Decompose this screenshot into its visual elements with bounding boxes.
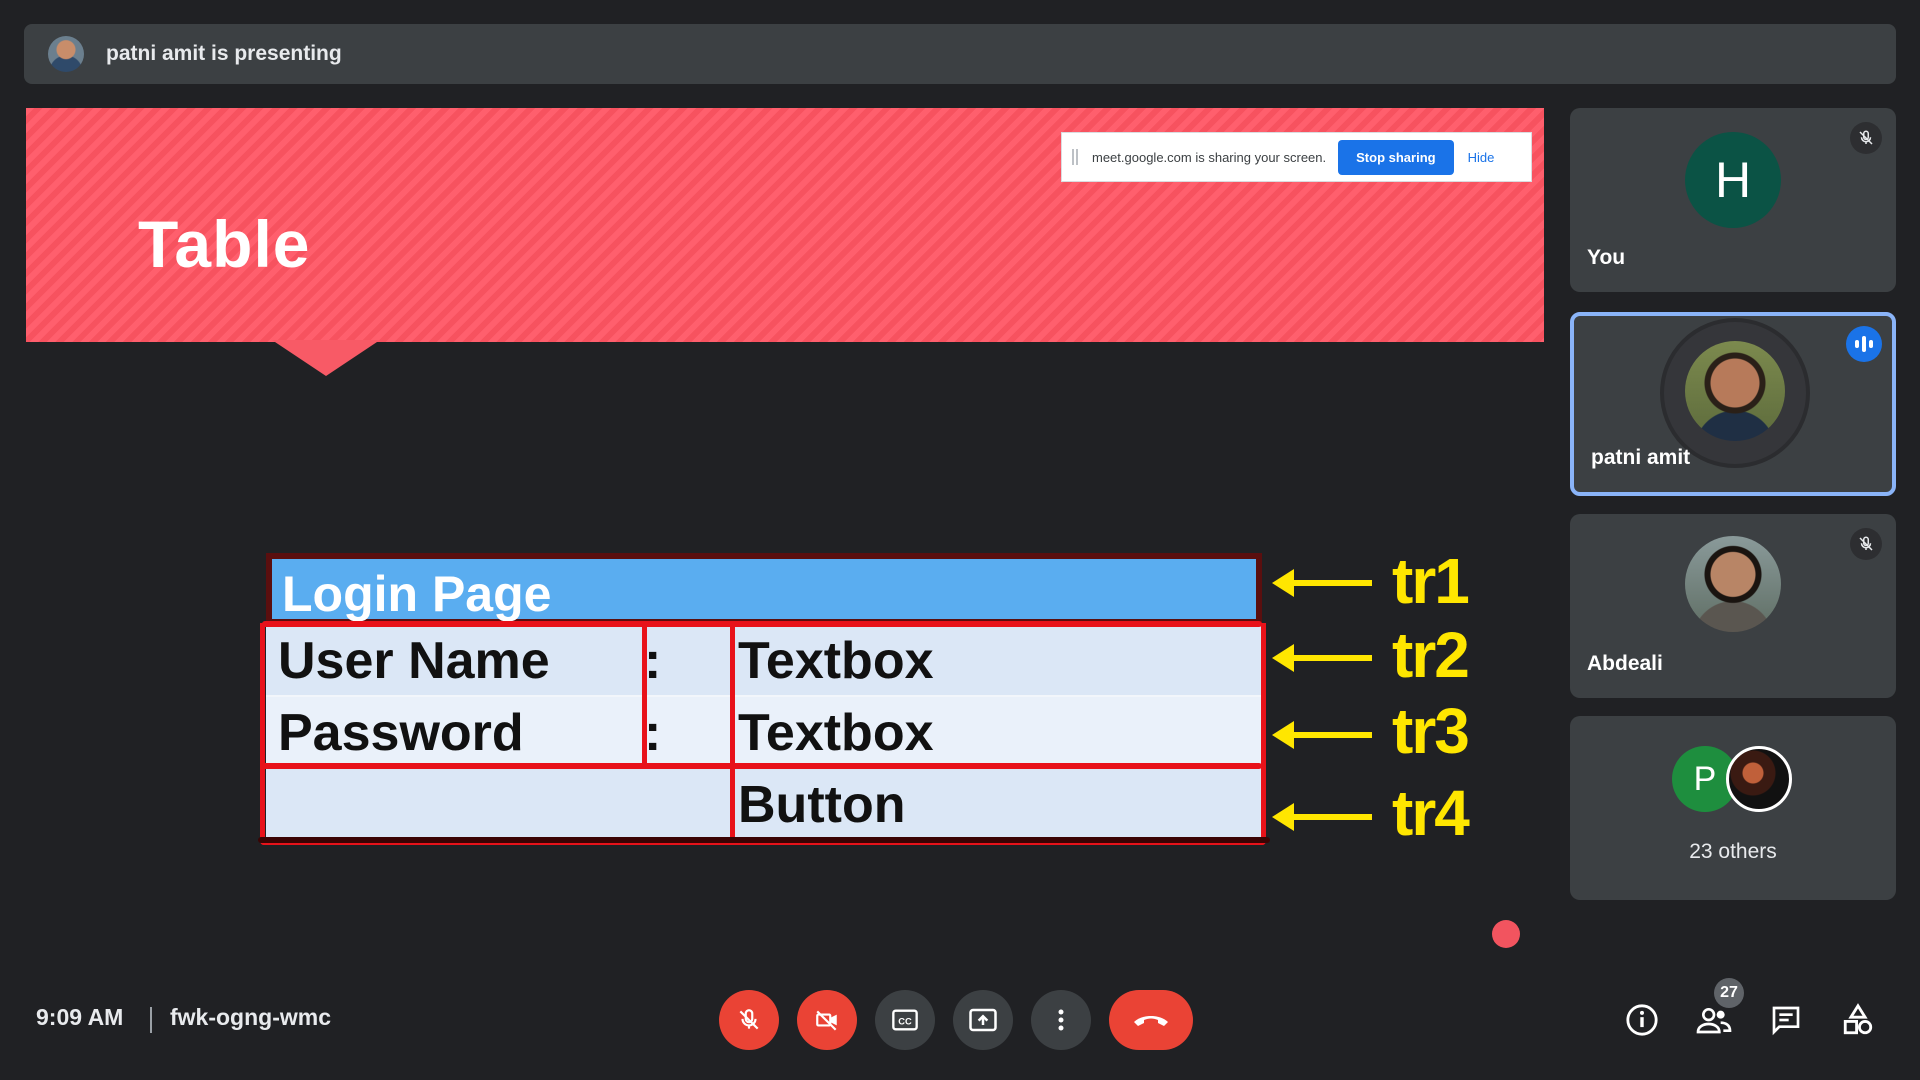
banner-notch: [272, 340, 380, 376]
annotation-divider: [642, 625, 647, 767]
mic-off-icon: [1850, 122, 1882, 154]
camera-toggle-button[interactable]: [797, 990, 857, 1050]
present-button[interactable]: [953, 990, 1013, 1050]
annotation-underline: [262, 621, 1262, 627]
divider: [150, 1007, 152, 1033]
present-screen-icon: [969, 1008, 997, 1032]
camera-off-icon: [816, 1010, 837, 1031]
table-header-text: Login Page: [282, 566, 552, 622]
annotation-shadow: [258, 837, 1270, 843]
hang-up-icon: [1134, 1016, 1168, 1026]
slide-title: Table: [138, 207, 311, 281]
participant-tile-presenter[interactable]: patni amit: [1570, 312, 1896, 496]
captions-button[interactable]: CC: [875, 990, 935, 1050]
login-table: Login Page User Name : Textbox Password …: [258, 553, 1270, 845]
presenter-avatar: [48, 36, 84, 72]
speaking-indicator-icon: [1846, 326, 1882, 362]
leave-call-button[interactable]: [1109, 990, 1193, 1050]
annotation-divider: [730, 625, 735, 841]
activities-button[interactable]: [1838, 1000, 1878, 1040]
meeting-code: fwk-ogng-wmc: [170, 1004, 331, 1030]
hide-button[interactable]: Hide: [1468, 150, 1495, 165]
svg-text:CC: CC: [898, 1017, 912, 1027]
mic-off-icon: [739, 1009, 759, 1030]
avatar-other: [1726, 746, 1792, 812]
people-icon: [1696, 1008, 1732, 1034]
mic-toggle-button[interactable]: [719, 990, 779, 1050]
meeting-time: 9:09 AM: [36, 1004, 124, 1030]
arrow-tr2: [1272, 644, 1372, 672]
avatar-abdeali: [1685, 536, 1781, 632]
captions-icon: CC: [892, 1009, 918, 1031]
label-tr3: tr3: [1392, 695, 1470, 767]
participant-tile-others[interactable]: P 23 others: [1570, 716, 1896, 900]
participant-tile-abdeali[interactable]: Abdeali: [1570, 514, 1896, 698]
chat-button[interactable]: [1766, 1000, 1806, 1040]
avatar-presenter: [1685, 341, 1785, 441]
meeting-details-button[interactable]: [1622, 1000, 1662, 1040]
info-icon: [1626, 1004, 1658, 1036]
more-options-button[interactable]: [1031, 990, 1091, 1050]
annotation-outline: [260, 623, 1266, 845]
presenting-bar: patni amit is presenting: [24, 24, 1896, 84]
label-tr4: tr4: [1392, 777, 1470, 849]
arrow-tr3: [1272, 721, 1372, 749]
participant-name: Abdeali: [1587, 652, 1663, 675]
avatar-you: H: [1685, 132, 1781, 228]
share-notice-text: meet.google.com is sharing your screen.: [1092, 149, 1327, 165]
drag-handle-icon[interactable]: [1072, 149, 1078, 165]
more-vert-icon: [1058, 1009, 1064, 1031]
label-tr2: tr2: [1392, 619, 1470, 691]
annotation-underline: [262, 763, 1262, 769]
stop-sharing-button[interactable]: Stop sharing: [1338, 139, 1454, 175]
others-count-text: 23 others: [1689, 840, 1777, 863]
participant-name: You: [1587, 246, 1626, 269]
recording-dot: [1492, 920, 1520, 948]
activities-icon: [1843, 1003, 1873, 1035]
participant-name: patni amit: [1591, 446, 1691, 469]
presenting-text: patni amit is presenting: [106, 42, 342, 65]
screen-share-notice: meet.google.com is sharing your screen. …: [1061, 132, 1532, 182]
people-count-badge: 27: [1714, 978, 1744, 1008]
mic-off-icon: [1850, 528, 1882, 560]
table-header-row: Login Page: [266, 553, 1262, 623]
arrow-tr4: [1272, 803, 1372, 831]
participant-tile-you[interactable]: H You: [1570, 108, 1896, 292]
label-tr1: tr1: [1392, 545, 1470, 617]
chat-icon: [1772, 1006, 1800, 1036]
others-avatars: P: [1672, 746, 1802, 814]
arrow-tr1: [1272, 569, 1372, 597]
